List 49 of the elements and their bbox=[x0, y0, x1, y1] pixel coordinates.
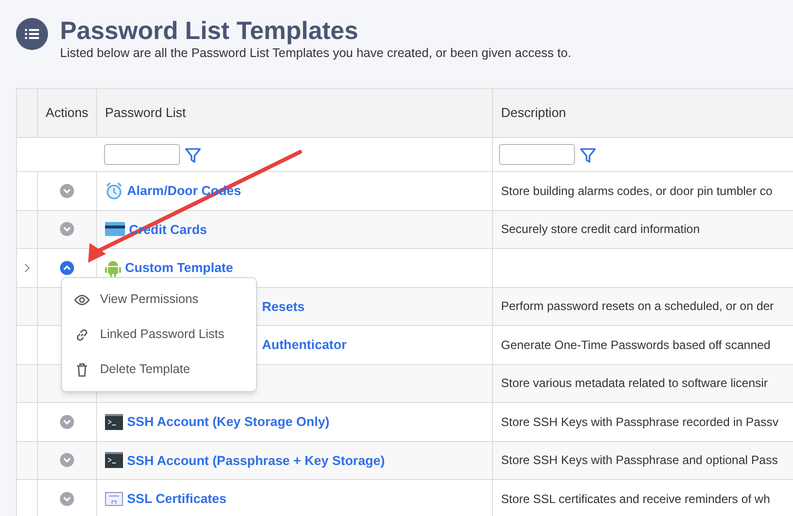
trash-icon bbox=[76, 362, 88, 376]
actions-button[interactable] bbox=[60, 184, 74, 198]
filter-field[interactable] bbox=[499, 144, 575, 165]
chevron-down-icon bbox=[63, 226, 71, 232]
column-header: Password List bbox=[105, 104, 186, 122]
actions-button[interactable] bbox=[60, 453, 74, 468]
template-link[interactable]: SSL Certificates bbox=[127, 489, 226, 508]
menu-item[interactable]: Linked Password Lists bbox=[62, 317, 256, 352]
template-link[interactable]: Custom Template bbox=[125, 258, 234, 278]
chevron-down-icon bbox=[63, 418, 71, 425]
actions-button[interactable] bbox=[60, 222, 74, 236]
chevron-down-icon bbox=[63, 457, 71, 464]
template-link[interactable]: Authenticator bbox=[262, 335, 346, 354]
link-icon bbox=[75, 328, 89, 342]
page-title: Password List Templates bbox=[60, 17, 360, 45]
chevron-up-icon bbox=[63, 264, 71, 271]
filter-field[interactable] bbox=[104, 144, 180, 165]
template-link[interactable]: SSH Account (Key Storage Only) bbox=[127, 412, 330, 432]
expand-chevron-icon[interactable] bbox=[24, 262, 30, 273]
actions-button[interactable] bbox=[60, 492, 74, 506]
column-header: Description bbox=[501, 104, 566, 122]
android-icon bbox=[105, 258, 121, 277]
template-link[interactable]: Resets bbox=[262, 296, 305, 316]
terminal-icon bbox=[105, 414, 123, 430]
filter-icon[interactable] bbox=[580, 146, 596, 162]
description-cell-text: Store SSL certificates and receive reminders of wh bbox=[501, 490, 770, 508]
description-cell-text: Securely store credit card information bbox=[501, 221, 700, 238]
alarm-clock-icon bbox=[105, 182, 123, 200]
list-icon bbox=[16, 18, 48, 50]
chevron-down-icon bbox=[63, 496, 71, 502]
chevron-down-icon bbox=[63, 188, 71, 194]
certificate-icon bbox=[105, 492, 123, 506]
filter-icon[interactable] bbox=[185, 146, 201, 162]
actions-button[interactable] bbox=[60, 414, 74, 429]
column-header: Actions bbox=[46, 104, 88, 122]
actions-button[interactable] bbox=[60, 260, 74, 275]
terminal-icon bbox=[105, 452, 123, 468]
template-link[interactable]: SSH Account (Passphrase + Key Storage) bbox=[127, 450, 385, 470]
description-cell-text: Generate One-Time Passwords based off scanned bbox=[501, 336, 770, 354]
menu-item[interactable]: Delete Template bbox=[62, 352, 256, 387]
eye-icon bbox=[74, 294, 90, 306]
menu-item[interactable]: View Permissions bbox=[62, 282, 256, 317]
description-cell-text: Store various metadata related to software licensir bbox=[501, 375, 768, 392]
description-cell-text: Perform password resets on a scheduled, or on der bbox=[501, 298, 774, 316]
page-subtitle: Listed below are all the Password List Templates you have created, or been given access to. bbox=[60, 45, 572, 61]
description-cell-text: Store SSH Keys with Passphrase and optional Pass bbox=[501, 452, 778, 470]
description-cell-text: Store SSH Keys with Passphrase recorded in Passv bbox=[501, 414, 778, 431]
credit-card-icon bbox=[105, 222, 125, 236]
description-cell-text: Store building alarms codes, or door pin tumbler co bbox=[501, 182, 772, 200]
